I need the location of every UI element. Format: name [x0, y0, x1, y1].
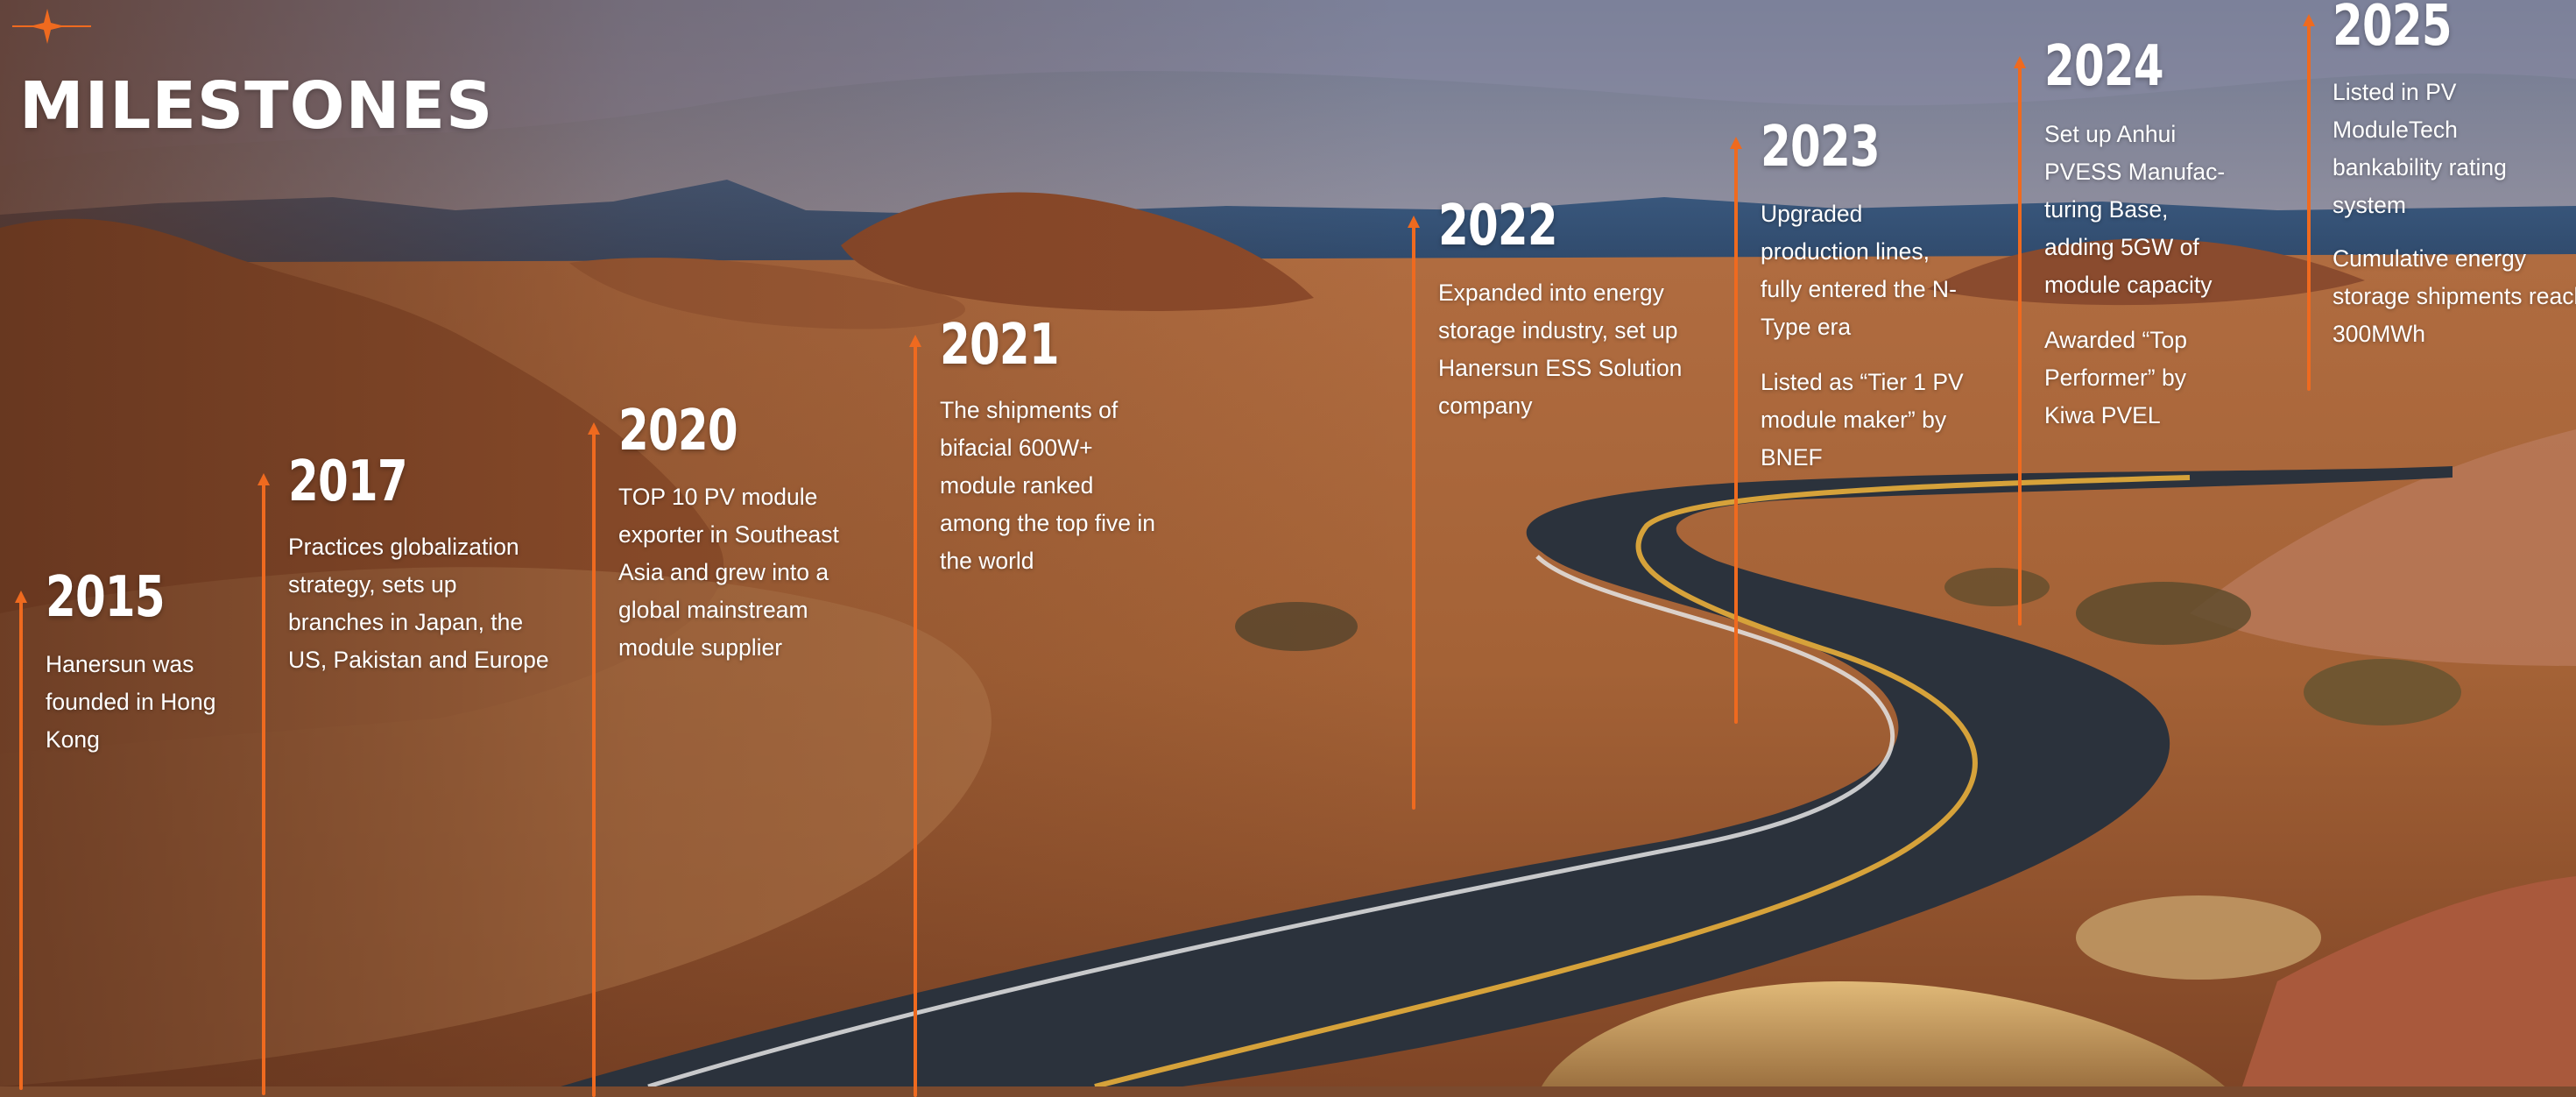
milestone-text: Practices globalization strategy, sets u…	[288, 534, 549, 673]
milestone-year: 2022	[1438, 194, 1558, 258]
milestone-text: The shipments of bifacial 600W+ module r…	[940, 397, 1156, 574]
milestone-text: Awarded “Top Performer” by Kiwa PVEL	[2044, 327, 2188, 428]
timeline-marker	[2018, 65, 2022, 626]
page-title: MILESTONES	[19, 68, 494, 144]
milestone-year: 2025	[2333, 0, 2452, 59]
milestone-year: 2017	[288, 449, 408, 514]
milestone-text: Upgraded production lines, fully entered…	[1761, 201, 1957, 340]
timeline-marker	[262, 482, 265, 1095]
sparkle-icon	[12, 9, 91, 44]
timeline-marker	[1412, 224, 1415, 810]
timeline-marker	[2307, 23, 2311, 391]
milestone-text: TOP 10 PV module exporter in Southeast A…	[618, 484, 839, 661]
timeline-marker	[19, 599, 23, 1090]
timeline-marker	[914, 343, 917, 1097]
milestone-year: 2021	[940, 313, 1060, 378]
milestone-year: 2015	[46, 565, 166, 630]
milestone-text: Cumulative energy storage shipments reac…	[2333, 245, 2576, 347]
timeline-marker	[1734, 145, 1738, 724]
milestone-text: Set up Anhui PVESS Manufac-turing Base, …	[2044, 121, 2226, 298]
milestone-year: 2024	[2044, 34, 2164, 99]
timeline-marker	[592, 431, 596, 1097]
milestone-text: Hanersun was founded in Hong Kong	[46, 651, 216, 753]
milestone-year: 2020	[618, 399, 738, 464]
milestone-text: Listed as “Tier 1 PV module maker” by BN…	[1761, 369, 1964, 471]
milestone-year: 2023	[1761, 115, 1881, 180]
milestone-text: Listed in PV ModuleTech bankability rati…	[2333, 79, 2507, 218]
milestone-text: Expanded into energy storage industry, s…	[1438, 280, 1683, 419]
